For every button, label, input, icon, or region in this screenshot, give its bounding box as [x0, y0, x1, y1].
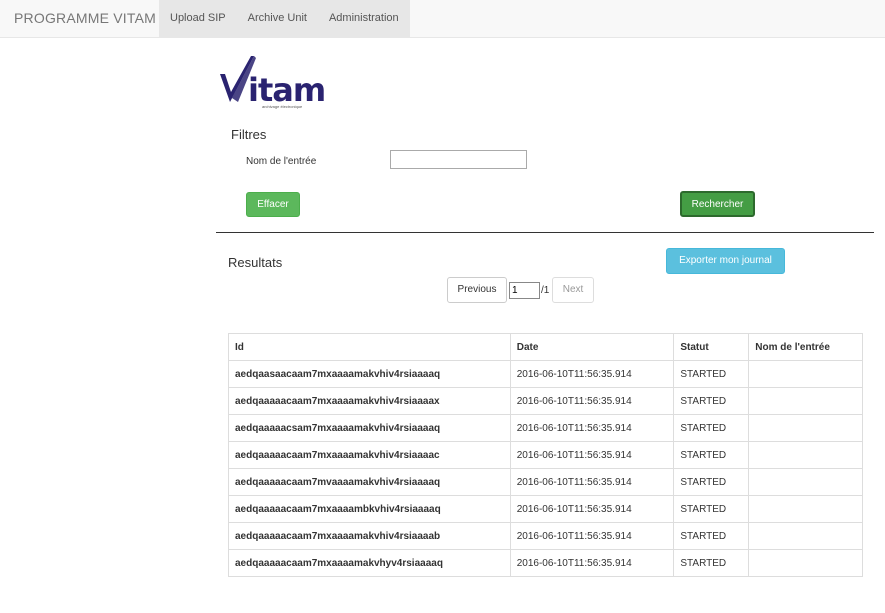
row-entry-name: [748, 468, 863, 496]
row-id: aedqaaaaacaam7mxaaaambkvhiv4rsiaaaaq: [228, 495, 511, 523]
row-id: aedqaaaaacaam7mxaaaamakvhyv4rsiaaaaq: [228, 549, 511, 577]
column-header-entry-name[interactable]: Nom de l'entrée: [748, 333, 863, 361]
filters-heading: Filtres: [231, 127, 267, 142]
column-header-date[interactable]: Date: [509, 333, 675, 361]
logo-tagline: archivage électronique: [262, 104, 303, 109]
logo-wordmark: itam: [248, 71, 326, 109]
row-date: 2016-06-10T11:56:35.914: [509, 549, 675, 577]
nav-archive-unit[interactable]: Archive Unit: [236, 0, 318, 38]
row-date: 2016-06-10T11:56:35.914: [509, 360, 675, 388]
table-row[interactable]: aedqaasaacaam7mxaaaamakvhiv4rsiaaaaq 201…: [228, 360, 863, 388]
previous-page-button[interactable]: Previous: [447, 277, 507, 303]
row-entry-name: [748, 360, 863, 388]
table-row[interactable]: aedqaaaaacaam7mxaaaamakvhiv4rsiaaaac 201…: [228, 441, 863, 469]
page-number-input[interactable]: [509, 282, 540, 299]
table-row[interactable]: aedqaaaaacaam7mxaaaambkvhiv4rsiaaaaq 201…: [228, 495, 863, 523]
row-date: 2016-06-10T11:56:35.914: [509, 387, 675, 415]
entry-name-input[interactable]: [390, 150, 527, 169]
table-row[interactable]: aedqaaaaacaam7mvaaaamakvhiv4rsiaaaaq 201…: [228, 468, 863, 496]
table-row[interactable]: aedqaaaaacaam7mxaaaamakvhiv4rsiaaaax 201…: [228, 387, 863, 415]
row-entry-name: [748, 387, 863, 415]
entry-name-label: Nom de l'entrée: [246, 156, 317, 167]
clear-button[interactable]: Effacer: [246, 192, 300, 217]
row-entry-name: [748, 522, 863, 550]
table-row[interactable]: aedqaaaaacsam7mxaaaamakvhiv4rsiaaaaq 201…: [228, 414, 863, 442]
row-id: aedqaaaaacaam7mxaaaamakvhiv4rsiaaaax: [228, 387, 511, 415]
export-journal-button[interactable]: Exporter mon journal: [666, 248, 785, 274]
row-date: 2016-06-10T11:56:35.914: [509, 414, 675, 442]
table-header-row: Id Date Statut Nom de l'entrée: [228, 333, 863, 361]
table-row[interactable]: aedqaaaaacaam7mxaaaamakvhyv4rsiaaaaq 201…: [228, 549, 863, 577]
search-button[interactable]: Rechercher: [680, 191, 755, 217]
column-header-id[interactable]: Id: [228, 333, 511, 361]
row-status: STARTED: [673, 387, 750, 415]
row-id: aedqaaaaacaam7mxaaaamakvhiv4rsiaaaac: [228, 441, 511, 469]
row-date: 2016-06-10T11:56:35.914: [509, 441, 675, 469]
results-heading: Resultats: [228, 255, 283, 270]
top-navbar: PROGRAMME VITAM Upload SIP Archive Unit …: [0, 0, 885, 38]
section-divider: [216, 232, 874, 233]
row-status: STARTED: [673, 522, 750, 550]
row-date: 2016-06-10T11:56:35.914: [509, 522, 675, 550]
next-page-button[interactable]: Next: [552, 277, 594, 303]
row-entry-name: [748, 549, 863, 577]
row-id: aedqaaaaacsam7mxaaaamakvhiv4rsiaaaaq: [228, 414, 511, 442]
column-header-status[interactable]: Statut: [673, 333, 750, 361]
row-date: 2016-06-10T11:56:35.914: [509, 495, 675, 523]
row-id: aedqaasaacaam7mxaaaamakvhiv4rsiaaaaq: [228, 360, 511, 388]
table-row[interactable]: aedqaaaaacaam7mxaaaamakvhiv4rsiaaaab 201…: [228, 522, 863, 550]
navbar-menu: Upload SIP Archive Unit Administration: [159, 0, 410, 38]
row-entry-name: [748, 441, 863, 469]
row-status: STARTED: [673, 360, 750, 388]
row-status: STARTED: [673, 441, 750, 469]
results-table: Id Date Statut Nom de l'entrée aedqaasaa…: [228, 333, 863, 577]
row-date: 2016-06-10T11:56:35.914: [509, 468, 675, 496]
page-total: /1: [541, 285, 550, 296]
row-status: STARTED: [673, 549, 750, 577]
nav-upload-sip[interactable]: Upload SIP: [159, 0, 237, 38]
row-entry-name: [748, 495, 863, 523]
row-id: aedqaaaaacaam7mxaaaamakvhiv4rsiaaaab: [228, 522, 511, 550]
row-entry-name: [748, 414, 863, 442]
nav-administration[interactable]: Administration: [317, 0, 410, 38]
vitam-logo: itam archivage électronique: [218, 54, 328, 114]
row-status: STARTED: [673, 495, 750, 523]
row-status: STARTED: [673, 414, 750, 442]
row-id: aedqaaaaacaam7mvaaaamakvhiv4rsiaaaaq: [228, 468, 511, 496]
navbar-brand[interactable]: PROGRAMME VITAM: [14, 0, 156, 38]
row-status: STARTED: [673, 468, 750, 496]
